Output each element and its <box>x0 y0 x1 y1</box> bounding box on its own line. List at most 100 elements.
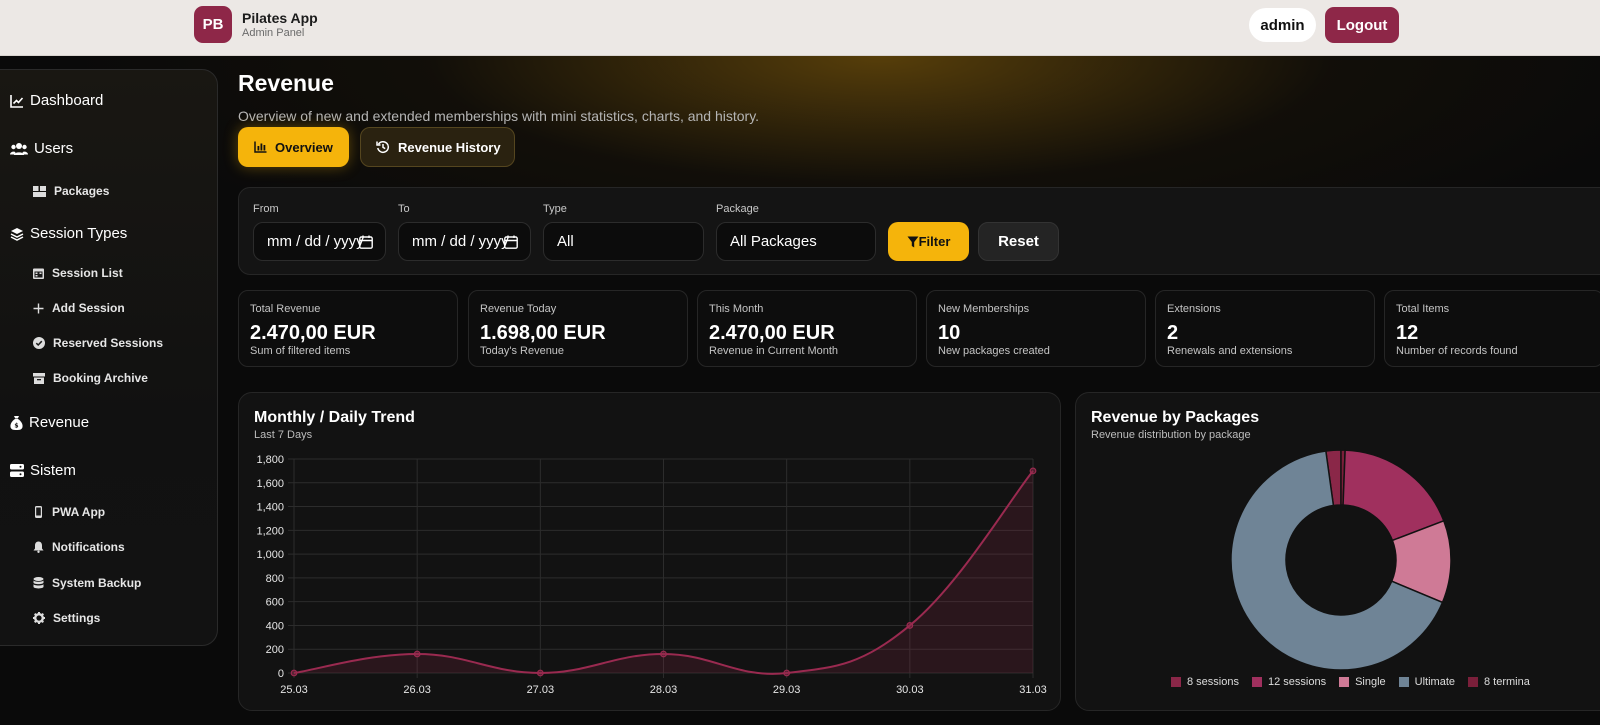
stat-label: Total Items <box>1396 303 1450 315</box>
package-chart-panel: Revenue by Packages Revenue distribution… <box>1075 392 1600 711</box>
type-label: Type <box>543 203 567 215</box>
legend-swatch <box>1398 677 1409 687</box>
mobile-icon <box>35 506 42 518</box>
boxes-icon <box>33 185 46 197</box>
sidebar-item-sistem[interactable]: Sistem <box>10 462 76 479</box>
trend-chart-panel: Monthly / Daily Trend Last 7 Days 0 200 40… <box>238 392 1061 711</box>
bell-icon <box>33 541 44 553</box>
sidebar-item-session-list[interactable]: Session List <box>33 266 123 280</box>
calendar-icon[interactable] <box>359 235 373 249</box>
tab-revenue-history[interactable]: Revenue History <box>360 127 515 167</box>
stat-value: 10 <box>938 322 961 344</box>
stat-subtext: Number of records found <box>1396 345 1518 357</box>
line-chart-icon <box>10 94 24 108</box>
to-date-input[interactable]: mm / dd / yyyy <box>398 222 531 261</box>
server-icon <box>10 464 24 477</box>
legend-label: Ultimate <box>1414 676 1455 688</box>
page-description: Overview of new and extended memberships… <box>238 108 760 124</box>
top-bar: PB Pilates App Admin Panel admin Logout <box>0 0 1600 56</box>
stat-card-total-items: Total Items 12 Number of records found <box>1384 290 1600 367</box>
app-title: Pilates App <box>242 10 318 26</box>
x-tick-label: 30.03 <box>896 684 924 696</box>
sidebar-item-dashboard[interactable]: Dashboard <box>10 92 103 109</box>
y-tick-label: 1,000 <box>256 549 284 561</box>
x-tick-label: 25.03 <box>280 684 308 696</box>
stat-subtext: Revenue in Current Month <box>709 345 839 357</box>
from-date-value: mm / dd / yyyy <box>267 233 364 250</box>
sidebar-item-settings[interactable]: Settings <box>33 611 100 625</box>
data-point[interactable] <box>536 669 544 677</box>
calendar-icon[interactable] <box>504 235 518 249</box>
y-tick-label: 800 <box>266 573 284 585</box>
layers-icon <box>10 227 24 241</box>
x-tick-label: 27.03 <box>527 684 555 696</box>
reset-button[interactable]: Reset <box>978 222 1059 261</box>
to-label: To <box>398 203 410 215</box>
sidebar-item-label: Add Session <box>52 301 125 315</box>
chart-legend: 8 sessions 12 sessions Single Ultimate 8 ter… <box>1171 676 1530 688</box>
legend-swatch <box>1251 677 1262 687</box>
legend-swatch <box>1171 677 1181 687</box>
data-point[interactable] <box>290 669 298 677</box>
stat-card-total-revenue: Total Revenue 2.470,00 EUR Sum of filter… <box>238 290 458 367</box>
stat-value: 12 <box>1396 322 1419 344</box>
sidebar-item-booking-archive[interactable]: Booking Archive <box>33 371 148 385</box>
stat-label: This Month <box>709 303 764 315</box>
sidebar-item-label: Session List <box>52 266 123 280</box>
app-subtitle: Admin Panel <box>242 27 305 39</box>
sidebar-item-reserved-sessions[interactable]: Reserved Sessions <box>33 336 163 350</box>
legend-item[interactable]: 8 sessions <box>1171 676 1239 688</box>
stat-label: Extensions <box>1167 303 1221 315</box>
sidebar-item-label: Notifications <box>52 540 125 554</box>
type-select[interactable]: All <box>543 222 704 261</box>
sidebar-item-packages[interactable]: Packages <box>33 184 109 198</box>
y-tick-label: 1,800 <box>256 454 284 466</box>
tab-overview[interactable]: Overview <box>238 127 349 167</box>
data-point[interactable] <box>660 650 667 658</box>
filter-button[interactable]: Filter <box>888 222 969 261</box>
x-tick-label: 26.03 <box>403 684 431 696</box>
stat-subtext: Renewals and extensions <box>1167 345 1293 357</box>
stat-subtext: Sum of filtered items <box>250 345 351 357</box>
to-date-value: mm / dd / yyyy <box>412 233 509 250</box>
sidebar-item-session-types[interactable]: Session Types <box>10 225 127 242</box>
sidebar-item-label: Sistem <box>30 462 76 479</box>
sidebar-item-notifications[interactable]: Notifications <box>33 540 125 554</box>
tab-label: Revenue History <box>398 139 501 155</box>
y-tick-label: 400 <box>266 620 284 632</box>
sidebar-item-revenue[interactable]: $ Revenue <box>10 414 89 431</box>
logout-button[interactable]: Logout <box>1325 7 1399 43</box>
package-donut-chart <box>1230 449 1452 671</box>
calendar-icon <box>33 268 44 279</box>
plus-icon <box>33 303 44 313</box>
sidebar-item-label: Settings <box>53 611 101 625</box>
legend-label: 8 sessions <box>1187 676 1239 688</box>
user-badge[interactable]: admin <box>1249 8 1316 42</box>
sidebar-item-users[interactable]: Users <box>10 140 73 157</box>
data-point[interactable] <box>906 622 914 629</box>
check-circle-icon <box>33 337 45 349</box>
legend-item[interactable]: Ultimate <box>1398 676 1455 688</box>
archive-icon <box>33 372 45 384</box>
data-point[interactable] <box>413 650 421 658</box>
legend-item[interactable]: 12 sessions <box>1251 676 1326 688</box>
package-select[interactable]: All Packages <box>716 222 876 261</box>
legend-item[interactable]: Single <box>1339 676 1386 688</box>
sidebar-item-pwa-app[interactable]: PWA App <box>33 505 105 519</box>
package-label: Package <box>716 203 759 215</box>
data-point[interactable] <box>783 669 791 677</box>
stat-value: 2.470,00 EUR <box>250 322 376 344</box>
filter-button-label: Filter <box>918 234 951 249</box>
money-bag-icon: $ <box>10 416 23 430</box>
legend-item[interactable]: 8 termina <box>1468 676 1530 688</box>
bar-chart-icon <box>254 141 267 153</box>
data-point[interactable] <box>1029 467 1037 475</box>
stat-value: 1.698,00 EUR <box>480 322 606 344</box>
from-date-input[interactable]: mm / dd / yyyy <box>253 222 386 261</box>
sidebar-item-system-backup[interactable]: System Backup <box>33 576 141 590</box>
trend-line-chart: 0 200 400 600 800 1,000 1,200 1,400 1,600 1,800 25… <box>256 454 1046 696</box>
sidebar-item-add-session[interactable]: Add Session <box>33 301 125 315</box>
y-tick-label: 600 <box>266 597 284 609</box>
app-logo[interactable]: PB <box>194 6 232 43</box>
sidebar-item-label: Booking Archive <box>53 371 148 385</box>
